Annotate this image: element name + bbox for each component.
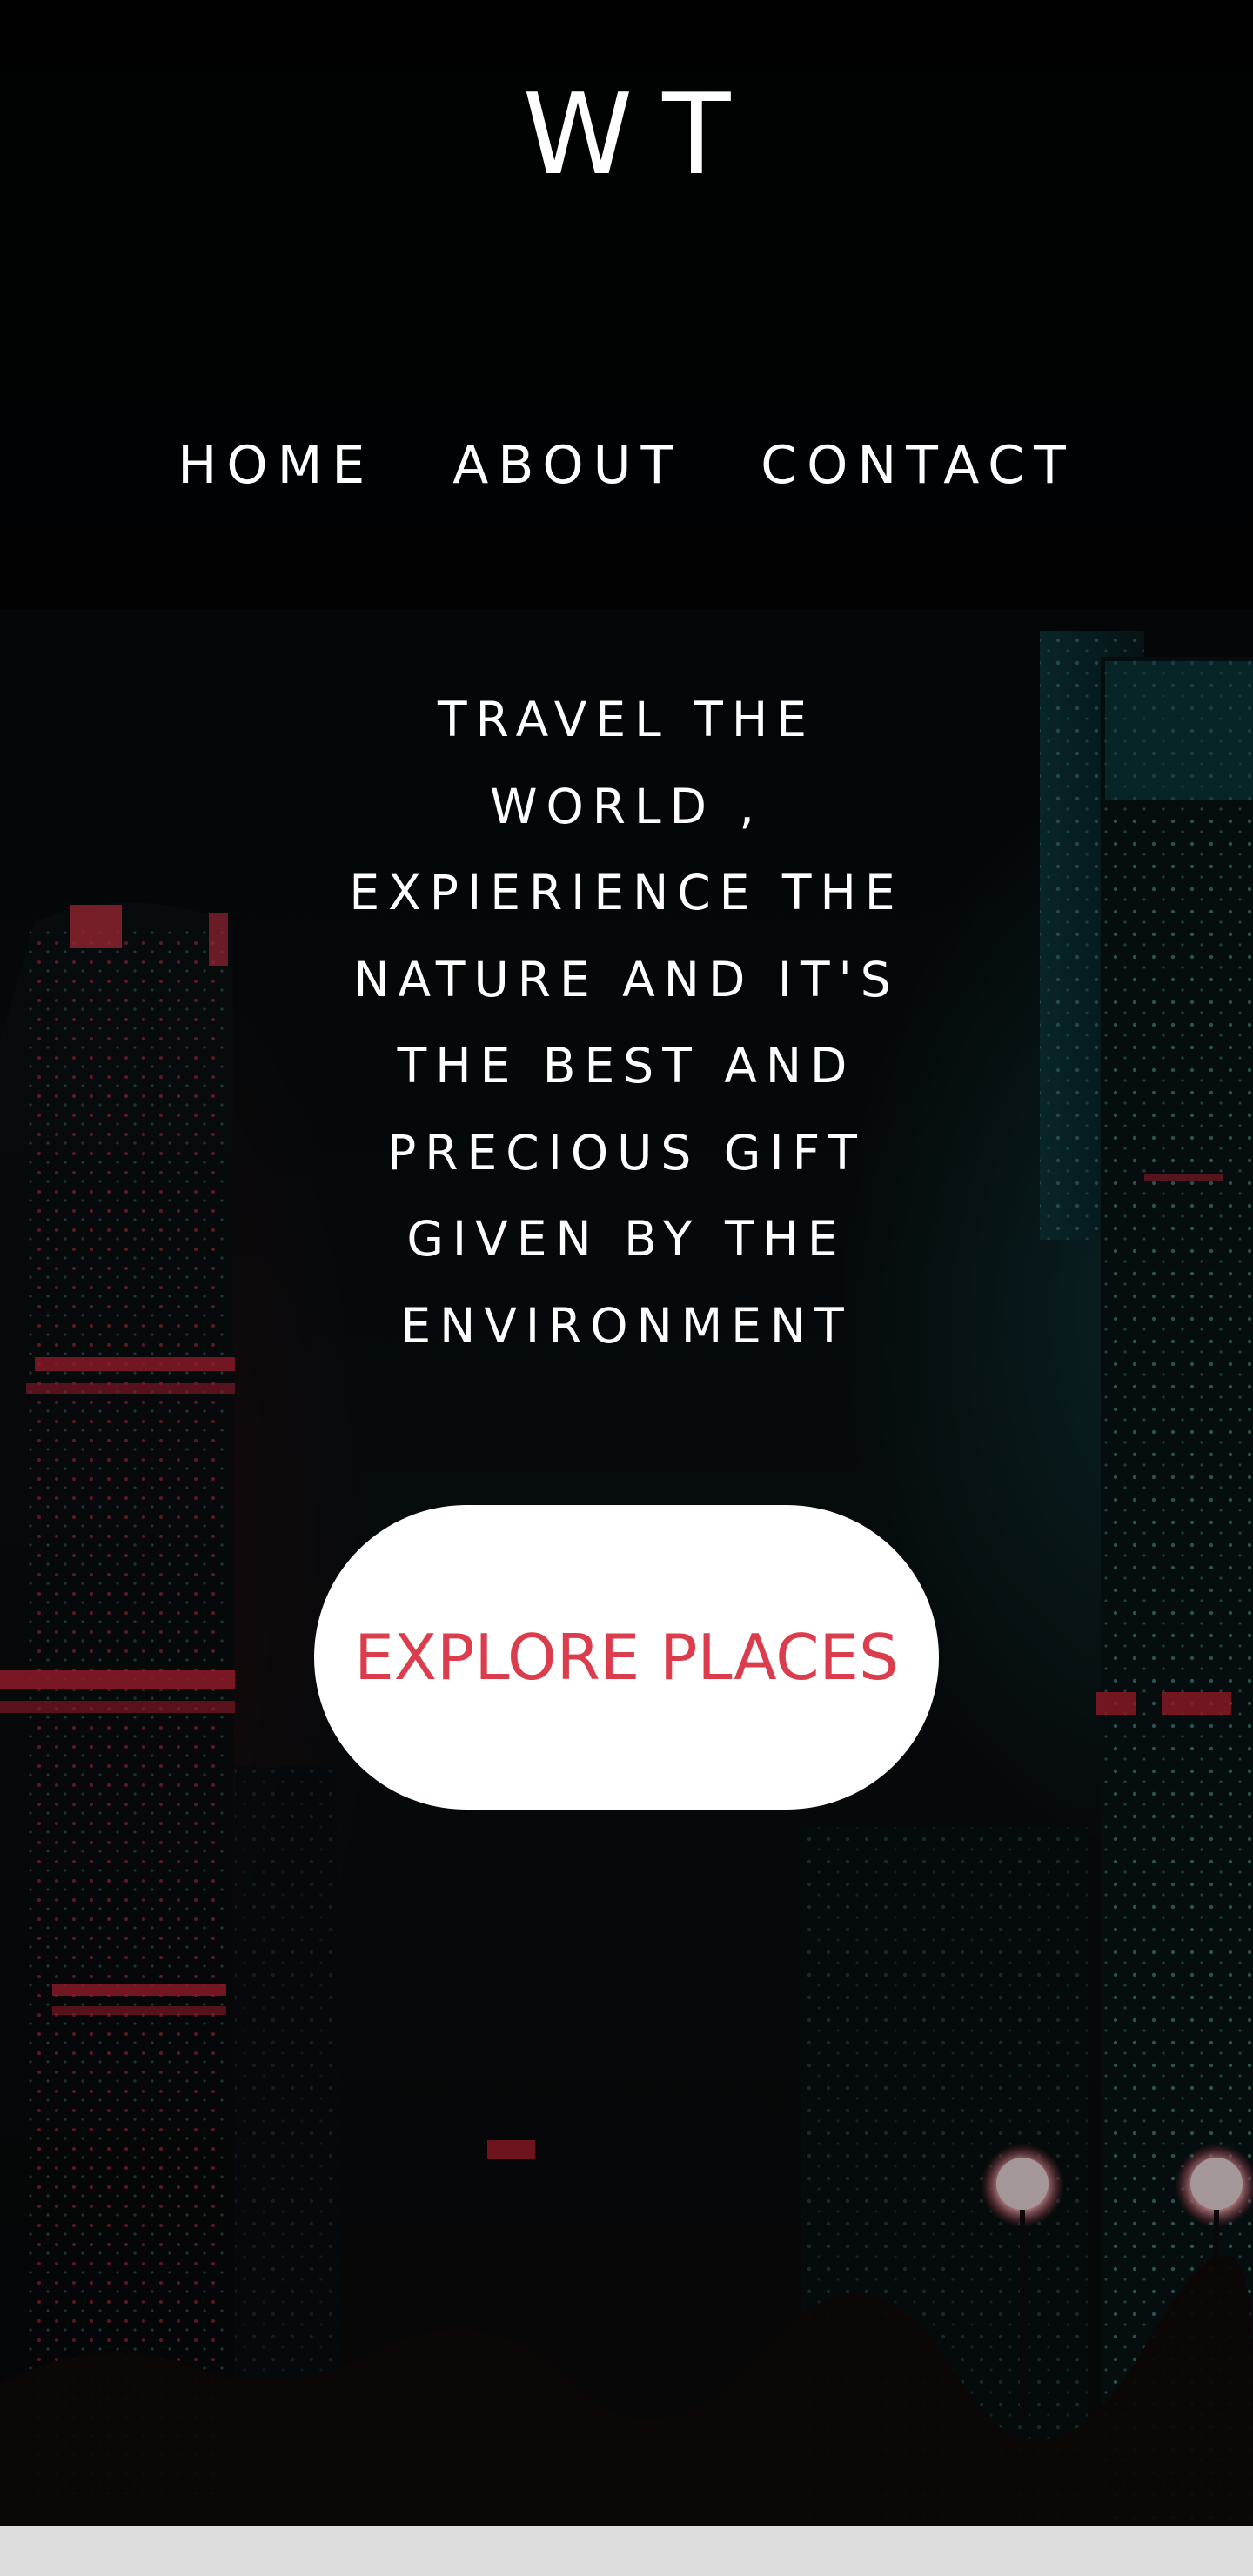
explore-places-button[interactable]: EXPLORE PLACES	[314, 1505, 939, 1810]
nav-about-link[interactable]: ABOUT	[452, 431, 682, 500]
hero-section: WT HOME ABOUT CONTACT TRAVEL THE WORLD ,…	[0, 0, 1253, 2526]
bottom-strip	[0, 2526, 1253, 2576]
main-nav: HOME ABOUT CONTACT	[0, 431, 1253, 500]
logo[interactable]: WT	[0, 80, 1253, 191]
nav-home-link[interactable]: HOME	[178, 431, 374, 500]
hero-tagline: TRAVEL THE WORLD , EXPIERIENCE THE NATUR…	[349, 692, 904, 1354]
nav-contact-link[interactable]: CONTACT	[761, 431, 1075, 500]
